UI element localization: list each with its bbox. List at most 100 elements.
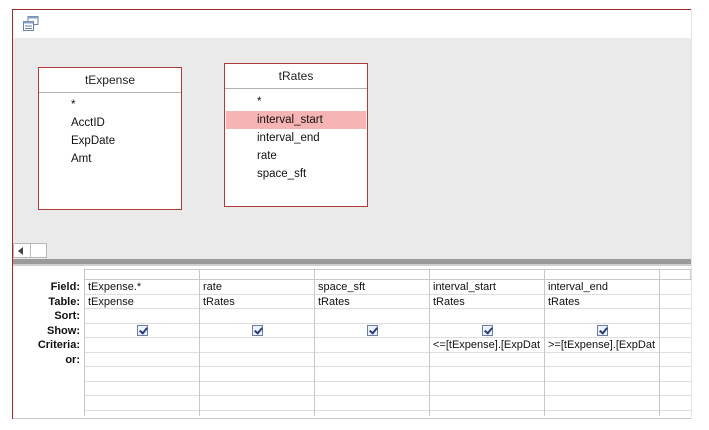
column-selector[interactable] [314,269,430,279]
empty-cell[interactable] [545,396,659,411]
field-cell[interactable]: space_sft [315,280,429,295]
sort-cell[interactable] [545,309,659,324]
query-design-window: tExpense * AcctID ExpDate Amt tRates * i… [0,0,709,430]
show-checkbox[interactable] [481,325,493,337]
column-selector[interactable] [659,269,691,279]
show-checkbox[interactable] [136,325,148,337]
grid-column: tExpense.* tExpense [85,280,200,416]
grid-column [660,280,691,416]
or-cell[interactable] [660,353,691,367]
table-cell[interactable]: tRates [315,295,429,309]
field-item[interactable]: interval_end [225,129,367,147]
grid-column: space_sft tRates [315,280,430,416]
or-cell[interactable] [430,353,544,367]
grid-column: rate tRates [200,280,315,416]
criteria-cell[interactable] [315,338,429,353]
empty-cell[interactable] [200,396,314,411]
empty-cell[interactable] [315,367,429,382]
sort-cell[interactable] [660,309,691,324]
field-cell[interactable] [660,280,691,295]
or-cell[interactable] [200,353,314,367]
field-item[interactable]: * [225,93,367,111]
empty-cell[interactable] [660,367,691,382]
field-item[interactable]: Amt [39,150,181,168]
empty-cell[interactable] [85,382,199,396]
field-cell[interactable]: interval_end [545,280,659,295]
column-selector[interactable] [544,269,660,279]
table-box-trates[interactable]: tRates * interval_start interval_end rat… [224,63,368,207]
sort-cell[interactable] [85,309,199,324]
column-selector[interactable] [84,269,200,279]
field-cell[interactable]: tExpense.* [85,280,199,295]
show-cell[interactable] [660,324,691,338]
sort-cell[interactable] [200,309,314,324]
column-selector[interactable] [429,269,545,279]
field-item[interactable]: ExpDate [39,132,181,150]
table-cell[interactable] [660,295,691,309]
empty-cell[interactable] [430,396,544,411]
empty-cell[interactable] [430,382,544,396]
query-grid-pane: Field: Table: Sort: Show: Criteria: or: … [13,266,692,419]
sort-cell[interactable] [430,309,544,324]
or-cell[interactable] [85,353,199,367]
table-title[interactable]: tRates [225,64,367,89]
empty-cell[interactable] [315,396,429,411]
show-checkbox[interactable] [366,325,378,337]
criteria-cell[interactable]: <=[tExpense].[ExpDat [430,338,544,353]
row-labels: Field: Table: Sort: Show: Criteria: or: [13,280,83,367]
table-cell[interactable]: tRates [430,295,544,309]
or-cell[interactable] [545,353,659,367]
empty-cell[interactable] [660,396,691,411]
empty-cell[interactable] [85,396,199,411]
scrollbar-divider [30,244,31,257]
empty-cell[interactable] [200,382,314,396]
row-label-field: Field: [50,281,80,293]
empty-cell[interactable] [430,367,544,382]
show-cell[interactable] [85,324,199,338]
table-title[interactable]: tExpense [39,68,181,93]
empty-cell[interactable] [200,367,314,382]
field-cell[interactable]: interval_start [430,280,544,295]
empty-cell[interactable] [85,367,199,382]
criteria-cell[interactable]: >=[tExpense].[ExpDat [545,338,659,353]
column-selector[interactable] [199,269,315,279]
show-checkbox[interactable] [251,325,263,337]
row-label-criteria: Criteria: [37,339,80,351]
show-cell[interactable] [315,324,429,338]
title-bar [12,9,692,38]
criteria-cell[interactable] [85,338,199,353]
criteria-cell[interactable] [200,338,314,353]
query-design-grid: tExpense.* tExpense rate tRates space_sf… [84,279,692,416]
scroll-left-icon[interactable] [18,247,23,255]
show-checkbox[interactable] [596,325,608,337]
field-item[interactable]: rate [225,147,367,165]
sort-cell[interactable] [315,309,429,324]
show-cell[interactable] [545,324,659,338]
empty-cell[interactable] [315,382,429,396]
table-cell[interactable]: tExpense [85,295,199,309]
empty-cell[interactable] [545,367,659,382]
table-design-pane[interactable]: tExpense * AcctID ExpDate Amt tRates * i… [13,38,691,259]
field-item[interactable]: space_sft [225,165,367,183]
column-selectors [84,269,691,279]
show-cell[interactable] [430,324,544,338]
field-cell[interactable]: rate [200,280,314,295]
table-cell[interactable]: tRates [545,295,659,309]
or-cell[interactable] [315,353,429,367]
field-item-selected[interactable]: interval_start [226,111,366,129]
query-design-icon [23,16,39,31]
table-cell[interactable]: tRates [200,295,314,309]
row-label-sort: Sort: [54,310,80,322]
field-item[interactable]: AcctID [39,114,181,132]
grid-column: interval_end tRates >=[tExpense].[ExpDat [545,280,660,416]
table-box-texpense[interactable]: tExpense * AcctID ExpDate Amt [38,67,182,210]
criteria-cell[interactable] [660,338,691,353]
show-cell[interactable] [200,324,314,338]
row-label-show: Show: [47,324,80,337]
grid-column: interval_start tRates <=[tExpense].[ExpD… [430,280,545,416]
empty-cell[interactable] [660,382,691,396]
horizontal-scrollbar[interactable] [13,243,47,258]
field-item[interactable]: * [39,96,181,114]
empty-cell[interactable] [545,382,659,396]
row-label-or: or: [65,353,80,366]
